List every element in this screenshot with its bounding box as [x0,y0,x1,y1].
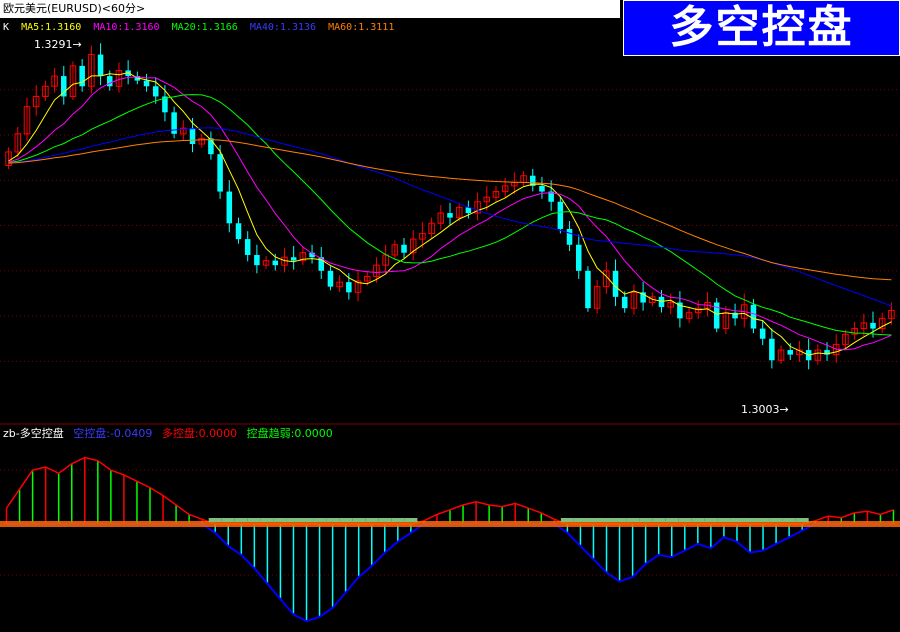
ma60-legend: MA60:1.3111 [328,22,395,33]
weakening-marker [678,518,692,522]
low-price-label: 1.3003→ [741,403,789,416]
candle-down [585,270,591,309]
weakening-marker [365,518,379,522]
chart-window: 欧元美元(EURUSD)<60分> 多空控盘 K MA5:1.3160 MA10… [0,0,900,632]
weakening-marker [665,518,679,522]
weakening-marker [378,518,392,522]
ma-legend: K MA5:1.3160 MA10:1.3160 MA20:1.3166 MA4… [3,21,400,35]
weakening-marker [300,518,314,522]
weakening-marker [313,518,327,522]
candle-down [539,185,545,192]
candle-down [750,304,757,329]
weakening-marker [260,518,274,522]
ma20-legend: MA20:1.3166 [171,22,238,33]
short-control-legend: 空控盘:-0.0409 [73,427,153,440]
candle-down [401,244,407,253]
candle-down [79,65,85,87]
weakening-marker [586,518,600,522]
candle-down [254,254,260,266]
weakening-marker [704,518,718,522]
candle-down [97,54,104,77]
candle-down [447,213,453,218]
candle-down [106,76,113,87]
weakening-marker [560,518,574,522]
weakening-legend: 控盘趋弱:0.0000 [246,427,333,440]
candle-down [621,296,628,309]
ma10-legend: MA10:1.3160 [93,22,160,33]
candle-down [272,260,279,266]
candle-down [557,201,564,229]
candle-down [152,86,159,97]
weakening-marker [326,518,340,522]
weakening-marker [352,518,366,522]
weakening-marker [769,518,783,522]
weakening-marker [691,518,705,522]
indicator-legend: zb-多空控盘 空控盘:-0.0409 多控盘:0.0000 控盘趋弱:0.00… [3,427,339,441]
long-control-legend: 多控盘:0.0000 [161,427,238,440]
chart-canvas[interactable] [0,0,900,632]
candle-down [787,350,794,355]
weakening-marker [756,518,770,522]
weakening-marker [286,518,300,522]
candle-down [235,223,242,240]
candle-down [658,296,665,308]
weakening-marker [626,518,640,522]
weakening-marker [717,518,731,522]
candle-down [346,282,352,293]
weakening-marker [600,518,614,522]
weakening-marker [639,518,653,522]
weakening-marker [339,518,353,522]
weakening-marker [391,518,405,522]
weakening-marker [730,518,744,522]
weakening-marker [234,518,248,522]
candle-down [143,80,150,87]
low-price-text: 1.3003 [741,403,780,416]
candle-down [759,328,766,339]
arrow-right-icon: → [72,38,82,51]
high-price-label: 1.3291→ [34,38,82,51]
candle-down [566,228,573,245]
candle-down [290,257,297,261]
candle-down [244,239,251,255]
candle-down [769,338,775,361]
candle-down [217,154,223,192]
weakening-marker [782,518,796,522]
ma40-legend: MA40:1.3136 [249,22,317,33]
weakening-marker [404,518,418,522]
high-price-text: 1.3291 [34,38,73,51]
candle-down [327,270,334,287]
weakening-marker [743,518,757,522]
candle-down [575,244,582,271]
candle-down [870,322,876,329]
weakening-marker [247,518,261,522]
candle-down [189,128,196,145]
weakening-marker [208,518,222,522]
candle-down [226,191,233,224]
weakening-marker [573,518,587,522]
ma5-legend: MA5:1.3160 [21,22,82,33]
weakening-marker [795,518,809,522]
arrow-right-icon: → [779,403,789,416]
indicator-name: zb-多空控盘 [3,427,64,440]
weakening-marker [613,518,627,522]
k-label: K [3,22,10,33]
weakening-marker [652,518,666,522]
weakening-marker [273,518,287,522]
candle-down [208,138,214,155]
short-control-line [6,523,894,623]
weakening-marker [221,518,235,522]
